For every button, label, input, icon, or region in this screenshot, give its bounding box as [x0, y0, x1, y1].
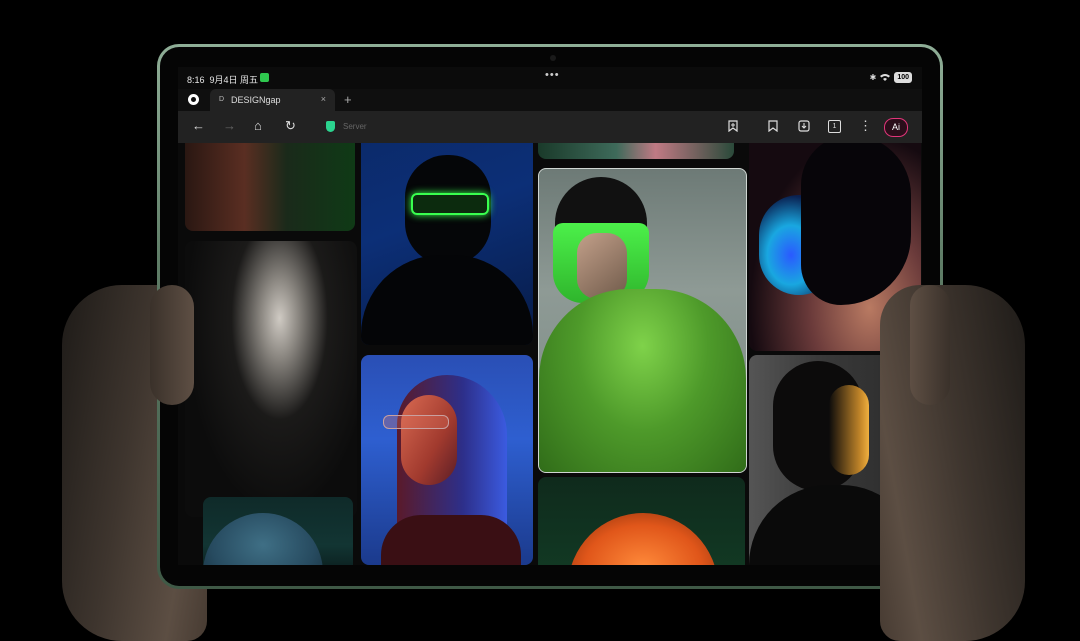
- tab-title: DESIGNgap: [231, 95, 281, 105]
- back-button[interactable]: ←: [192, 118, 205, 134]
- bluetooth-icon: ✱: [869, 73, 877, 82]
- tab-count-button[interactable]: 1: [828, 120, 841, 133]
- neon-glasses: [411, 193, 489, 215]
- new-tab-button[interactable]: +: [344, 92, 352, 107]
- address-bar[interactable]: Server: [343, 122, 367, 131]
- status-icons: ✱ 100: [870, 72, 912, 83]
- forward-button[interactable]: →: [223, 118, 236, 134]
- reload-button[interactable]: ↻: [285, 118, 296, 134]
- front-camera: [550, 55, 556, 61]
- wechat-notification-icon: [260, 73, 269, 82]
- sunglasses: [383, 415, 449, 429]
- tablet-bezel: 8:16 9月4日 周五 ••• ✱ 100 D DESIGNgap × + ←…: [160, 47, 940, 586]
- collar-shape: [381, 515, 521, 565]
- battery-indicator: 100: [894, 72, 912, 83]
- image-grid: [178, 143, 922, 565]
- browser-toolbar: ← → ⌂ ↻ Server 1 ⋮ Ai: [178, 111, 922, 143]
- more-menu-icon[interactable]: ⋮: [859, 118, 872, 134]
- portrait-card-leather[interactable]: [185, 143, 355, 231]
- status-bar: 8:16 9月4日 周五 ••• ✱ 100: [178, 67, 922, 89]
- tablet-screen: 8:16 9月4日 周五 ••• ✱ 100 D DESIGNgap × + ←…: [178, 67, 922, 565]
- portrait-card-green-glasses[interactable]: [361, 143, 533, 345]
- beanie-shape: [203, 513, 323, 565]
- ai-assistant-button[interactable]: Ai: [884, 118, 908, 137]
- tablet-frame: 8:16 9月4日 周五 ••• ✱ 100 D DESIGNgap × + ←…: [157, 44, 943, 589]
- head-silhouette: [801, 143, 911, 305]
- status-date: 9月4日 周五: [209, 75, 259, 85]
- bookmark-icon[interactable]: [768, 120, 778, 136]
- device-scene: 8:16 9月4日 周五 ••• ✱ 100 D DESIGNgap × + ←…: [0, 0, 1080, 641]
- add-bookmark-icon[interactable]: [728, 120, 738, 136]
- tab-favicon: D: [219, 96, 225, 103]
- download-icon[interactable]: [798, 120, 810, 136]
- multitask-handle[interactable]: •••: [545, 69, 560, 81]
- close-tab-icon[interactable]: ×: [321, 94, 326, 104]
- portrait-card-green-hair[interactable]: [538, 168, 747, 473]
- right-thumb: [910, 285, 950, 405]
- face-glow: [829, 385, 869, 475]
- browser-tab[interactable]: D DESIGNgap ×: [210, 89, 335, 111]
- status-time: 8:16 9月4日 周五: [187, 75, 259, 85]
- portrait-card-pink-strip[interactable]: [538, 143, 734, 159]
- portrait-card-blue-beanie[interactable]: [203, 497, 353, 565]
- portrait-card-bw[interactable]: [185, 241, 357, 517]
- portrait-card-orange-hair[interactable]: [538, 477, 745, 565]
- silhouette-shoulders: [361, 255, 533, 345]
- face-shape: [401, 395, 457, 485]
- shield-icon: [326, 121, 335, 132]
- home-button[interactable]: ⌂: [254, 118, 262, 134]
- wifi-icon: [880, 73, 891, 83]
- browser-tab-strip: D DESIGNgap × +: [178, 89, 922, 111]
- left-thumb: [150, 285, 194, 405]
- orange-hair-shape: [568, 513, 718, 565]
- portrait-card-red-light[interactable]: [361, 355, 533, 565]
- right-hand: [880, 285, 1025, 641]
- github-icon[interactable]: [188, 94, 199, 105]
- green-jacket-shape: [539, 289, 746, 472]
